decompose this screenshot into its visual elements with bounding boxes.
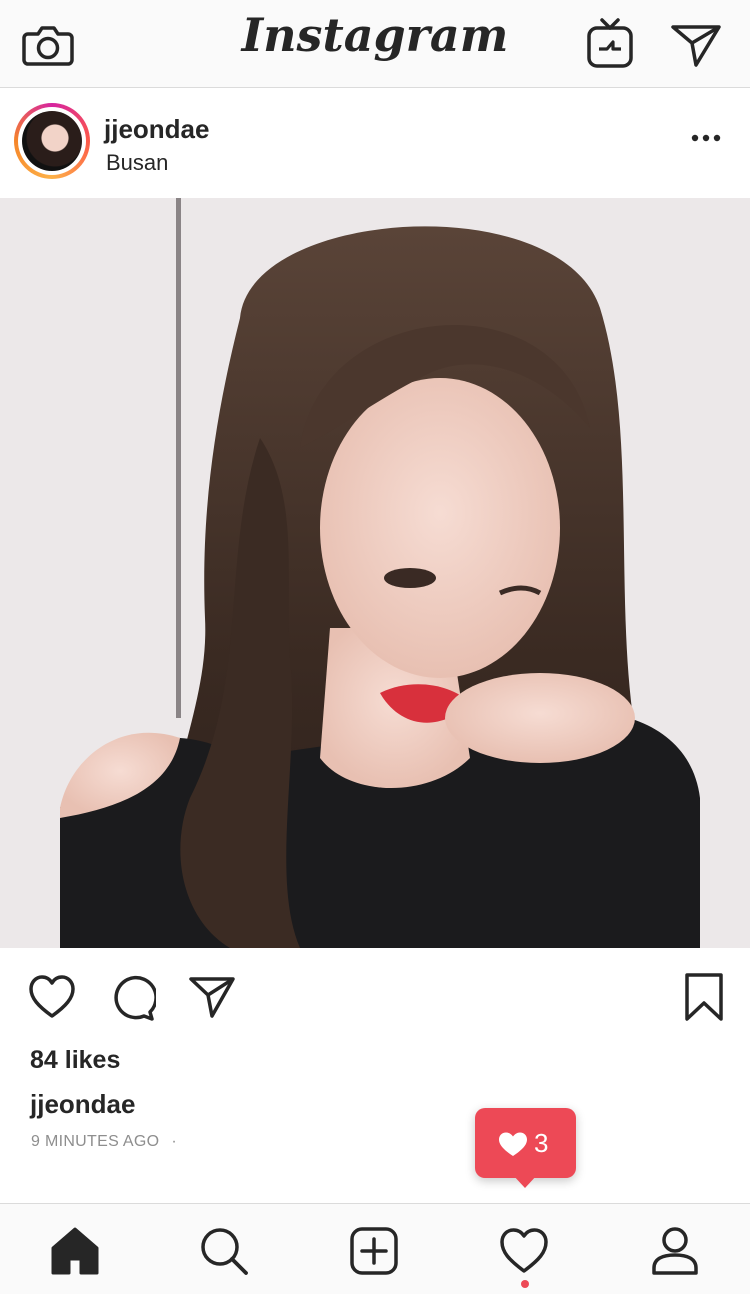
direct-message-icon[interactable] (670, 22, 722, 68)
post-header: jjeondae Busan (0, 88, 750, 198)
post-timestamp: 9 MINUTES AGO · (31, 1133, 177, 1151)
search-icon[interactable] (199, 1226, 249, 1276)
likes-count[interactable]: 84 likes (30, 1046, 120, 1075)
comment-icon[interactable] (108, 974, 156, 1022)
bubble-pointer (512, 1174, 538, 1188)
share-icon[interactable] (188, 974, 236, 1020)
post-photo[interactable] (0, 198, 750, 948)
post-location[interactable]: Busan (106, 150, 168, 176)
caption-username[interactable]: jjeondae (30, 1089, 135, 1120)
igtv-icon[interactable] (586, 16, 634, 68)
post-username[interactable]: jjeondae (104, 114, 209, 145)
notification-count: 3 (534, 1128, 549, 1158)
like-icon[interactable] (28, 974, 76, 1020)
avatar-photo (22, 111, 82, 171)
heart-icon (499, 1132, 527, 1156)
top-navigation-bar: Instagram (0, 0, 750, 88)
activity-unread-dot (521, 1280, 529, 1288)
bookmark-icon[interactable] (682, 972, 726, 1022)
post-actions (0, 948, 750, 1048)
activity-notification-bubble[interactable]: 3 (475, 1108, 576, 1188)
time-separator: · (171, 1133, 178, 1150)
post-photo-image (0, 198, 750, 948)
profile-icon[interactable] (650, 1226, 700, 1276)
add-post-icon[interactable] (349, 1226, 399, 1276)
app-logo: Instagram (241, 8, 509, 62)
more-options-icon[interactable] (690, 132, 722, 144)
home-icon[interactable] (50, 1226, 100, 1276)
avatar[interactable] (14, 103, 90, 179)
time-ago-text: 9 MINUTES AGO (31, 1133, 160, 1150)
bottom-tab-bar (0, 1203, 750, 1294)
activity-heart-icon[interactable] (499, 1226, 549, 1276)
